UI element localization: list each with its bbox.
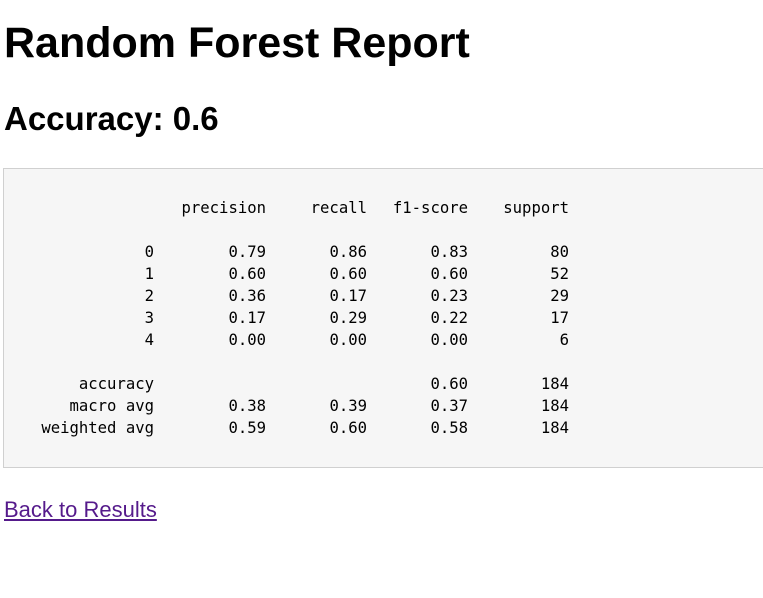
support-value: 29: [550, 287, 569, 305]
summary-precision-value: 0.59: [228, 419, 266, 437]
recall-value: 0.60: [329, 265, 367, 283]
row-label: 3: [144, 309, 154, 327]
f1-score-value: 0.83: [430, 243, 468, 261]
summary-row-label: weighted avg: [41, 419, 154, 437]
summary-support-value: 184: [540, 375, 569, 393]
summary-f1-score-value: 0.60: [430, 375, 468, 393]
summary-f1-score-value: 0.37: [430, 397, 468, 415]
header-f1-score: f1-score: [392, 199, 468, 217]
summary-recall-value: 0.39: [329, 397, 367, 415]
accuracy-heading: Accuracy: 0.6: [4, 100, 219, 137]
recall-value: 0.86: [329, 243, 367, 261]
precision-value: 0.60: [228, 265, 266, 283]
summary-support-value: 184: [540, 397, 569, 415]
back-to-results-link[interactable]: Back to Results: [4, 496, 157, 524]
recall-value: 0.17: [329, 287, 367, 305]
row-label: 4: [144, 331, 154, 349]
precision-value: 0.00: [228, 331, 266, 349]
support-value: 6: [559, 331, 569, 349]
precision-value: 0.79: [228, 243, 266, 261]
f1-score-value: 0.60: [430, 265, 468, 283]
report-page: Random Forest Report Accuracy: 0.6 preci…: [0, 0, 763, 598]
classification-report: precision recall f1-score support 0 0.79 0.86 0…: [3, 168, 763, 468]
row-label: 1: [144, 265, 154, 283]
f1-score-value: 0.00: [430, 331, 468, 349]
support-value: 17: [550, 309, 569, 327]
precision-value: 0.36: [228, 287, 266, 305]
precision-value: 0.17: [228, 309, 266, 327]
header-precision: precision: [181, 199, 267, 217]
page-title: Random Forest Report: [4, 19, 470, 67]
summary-row-label: accuracy: [78, 375, 154, 393]
summary-recall-value: 0.60: [329, 419, 367, 437]
support-value: 80: [550, 243, 569, 261]
summary-precision-value: 0.38: [228, 397, 266, 415]
header-recall: recall: [310, 199, 367, 217]
support-value: 52: [550, 265, 569, 283]
f1-score-value: 0.23: [430, 287, 468, 305]
row-label: 0: [144, 243, 154, 261]
header-support: support: [503, 199, 569, 217]
recall-value: 0.29: [329, 309, 367, 327]
summary-f1-score-value: 0.58: [430, 419, 468, 437]
row-label: 2: [144, 287, 154, 305]
recall-value: 0.00: [329, 331, 367, 349]
summary-support-value: 184: [540, 419, 569, 437]
summary-row-label: macro avg: [69, 397, 155, 415]
f1-score-value: 0.22: [430, 309, 468, 327]
